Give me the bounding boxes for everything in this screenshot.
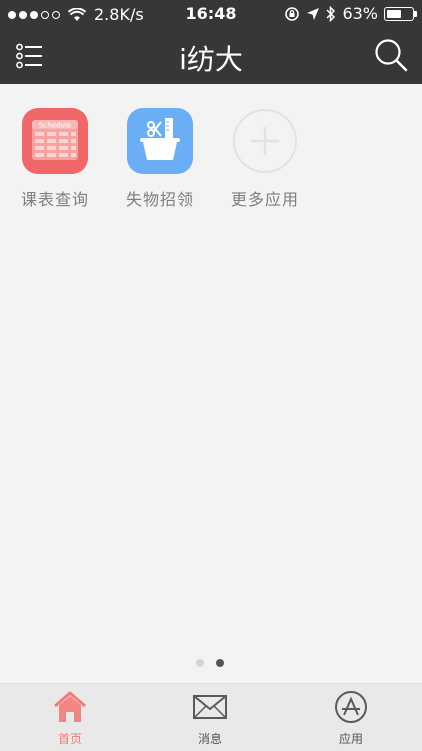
clock: 16:48 [185, 4, 237, 23]
app-label: 课表查询 [20, 190, 89, 209]
app-label: 失物招领 [125, 190, 194, 209]
location-icon [307, 7, 320, 20]
menu-list-icon[interactable] [16, 42, 44, 70]
tab-label: 消息 [197, 732, 222, 746]
schedule-icon: Schedule [22, 108, 88, 174]
app-label: 更多应用 [230, 190, 299, 209]
app-store-icon [335, 691, 367, 723]
orientation-lock-icon [285, 6, 300, 21]
app-schedule[interactable]: Schedule 课表查询 [5, 108, 105, 210]
home-icon [54, 691, 86, 722]
network-speed: 2.8K/s [94, 5, 144, 24]
wifi-icon [68, 7, 86, 21]
mail-icon [193, 695, 227, 719]
cell-signal-icon [8, 10, 60, 19]
navigation-bar: i纺大 [0, 28, 422, 84]
battery-percent: 63% [342, 4, 378, 23]
app-more[interactable]: 更多应用 [215, 108, 315, 210]
page-title: i纺大 [179, 43, 243, 76]
tab-home[interactable]: 首页 [25, 690, 115, 747]
bluetooth-icon [326, 5, 336, 22]
battery-icon [384, 6, 417, 21]
tab-label: 首页 [57, 732, 82, 746]
page-dot-active[interactable] [216, 659, 224, 667]
tab-label: 应用 [338, 732, 363, 746]
basket-icon [127, 108, 193, 174]
app-lost-and-found[interactable]: 失物招领 [110, 108, 210, 210]
tab-bar: 首页 消息 应用 [0, 683, 422, 751]
tab-apps[interactable]: 应用 [306, 690, 396, 747]
page-indicator[interactable] [196, 659, 224, 667]
tab-messages[interactable]: 消息 [165, 690, 255, 747]
schedule-badge-text: Schedule [39, 122, 71, 130]
status-bar: 2.8K/s 16:48 63% [0, 0, 422, 28]
search-icon[interactable] [374, 38, 408, 72]
plus-icon [232, 108, 298, 174]
page-dot[interactable] [196, 659, 204, 667]
